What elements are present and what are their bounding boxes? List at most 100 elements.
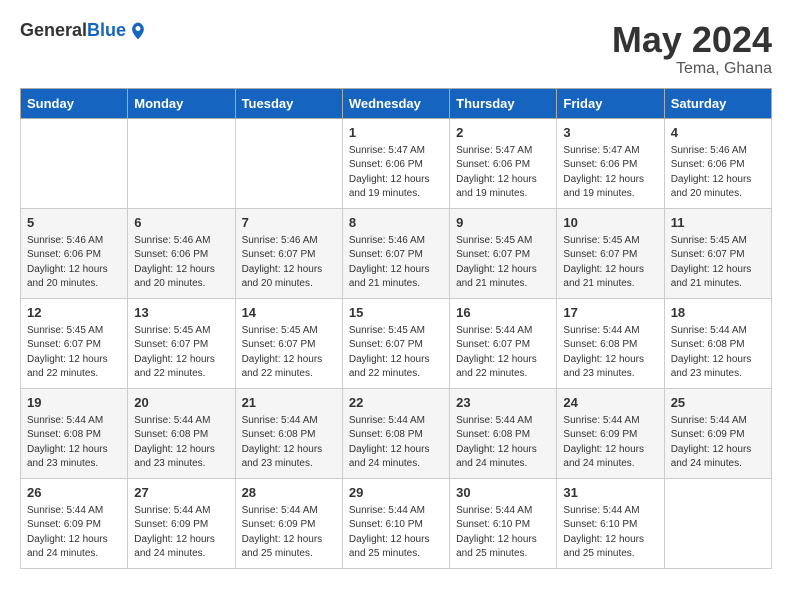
day-number: 17 [563,304,657,322]
day-info: Sunrise: 5:44 AM Sunset: 6:09 PM Dayligh… [27,504,121,562]
day-number: 29 [349,484,443,502]
day-number: 4 [671,124,765,142]
day-info: Sunrise: 5:45 AM Sunset: 6:07 PM Dayligh… [563,234,657,292]
day-number: 25 [671,394,765,412]
day-number: 26 [27,484,121,502]
day-info: Sunrise: 5:46 AM Sunset: 6:06 PM Dayligh… [134,234,228,292]
week-row-3: 12 Sunrise: 5:45 AM Sunset: 6:07 PM Dayli… [21,298,772,388]
day-info: Sunrise: 5:44 AM Sunset: 6:08 PM Dayligh… [242,414,336,472]
week-row-2: 5Sunrise: 5:46 AM Sunset: 6:06 PM Daylig… [21,208,772,298]
day-cell [235,118,342,208]
day-info: Sunrise: 5:44 AM Sunset: 6:08 PM Dayligh… [27,414,121,472]
header-day-wednesday: Wednesday [342,88,449,118]
day-cell: 18 Sunrise: 5:44 AM Sunset: 6:08 PM Dayli… [664,298,771,388]
day-cell: 20 Sunrise: 5:44 AM Sunset: 6:08 PM Dayli… [128,388,235,478]
day-cell [664,478,771,568]
day-number: 30 [456,484,550,502]
day-cell: 19 Sunrise: 5:44 AM Sunset: 6:08 PM Dayli… [21,388,128,478]
location-title: Tema, Ghana [612,60,772,78]
day-number: 31 [563,484,657,502]
header-day-monday: Monday [128,88,235,118]
day-number: 14 [242,304,336,322]
day-cell: 28 Sunrise: 5:44 AM Sunset: 6:09 PM Dayli… [235,478,342,568]
day-info: Sunrise: 5:44 AM Sunset: 6:08 PM Dayligh… [563,324,657,382]
week-row-4: 19 Sunrise: 5:44 AM Sunset: 6:08 PM Dayli… [21,388,772,478]
day-number: 22 [349,394,443,412]
logo-general: GeneralBlue [20,20,126,41]
day-info: Sunrise: 5:45 AM Sunset: 6:07 PM Dayligh… [27,324,121,382]
day-info: Sunrise: 5:44 AM Sunset: 6:08 PM Dayligh… [134,414,228,472]
day-cell: 1 Sunrise: 5:47 AM Sunset: 6:06 PM Daylig… [342,118,449,208]
day-number: 10 [563,214,657,232]
day-cell: 14 Sunrise: 5:45 AM Sunset: 6:07 PM Dayli… [235,298,342,388]
day-cell: 22 Sunrise: 5:44 AM Sunset: 6:08 PM Dayli… [342,388,449,478]
day-cell: 12 Sunrise: 5:45 AM Sunset: 6:07 PM Dayli… [21,298,128,388]
calendar-body: 1 Sunrise: 5:47 AM Sunset: 6:06 PM Daylig… [21,118,772,568]
day-cell: 3Sunrise: 5:47 AM Sunset: 6:06 PM Daylig… [557,118,664,208]
day-number: 6 [134,214,228,232]
day-info: Sunrise: 5:45 AM Sunset: 6:07 PM Dayligh… [134,324,228,382]
day-info: Sunrise: 5:44 AM Sunset: 6:07 PM Dayligh… [456,324,550,382]
day-cell: 30Sunrise: 5:44 AM Sunset: 6:10 PM Dayli… [450,478,557,568]
day-info: Sunrise: 5:47 AM Sunset: 6:06 PM Dayligh… [456,144,550,202]
day-info: Sunrise: 5:46 AM Sunset: 6:07 PM Dayligh… [242,234,336,292]
header-day-saturday: Saturday [664,88,771,118]
day-cell: 11Sunrise: 5:45 AM Sunset: 6:07 PM Dayli… [664,208,771,298]
day-cell: 17 Sunrise: 5:44 AM Sunset: 6:08 PM Dayli… [557,298,664,388]
day-info: Sunrise: 5:44 AM Sunset: 6:10 PM Dayligh… [349,504,443,562]
day-cell: 6 Sunrise: 5:46 AM Sunset: 6:06 PM Daylig… [128,208,235,298]
day-number: 8 [349,214,443,232]
day-info: Sunrise: 5:45 AM Sunset: 6:07 PM Dayligh… [349,324,443,382]
day-number: 16 [456,304,550,322]
day-info: Sunrise: 5:47 AM Sunset: 6:06 PM Dayligh… [349,144,443,202]
day-info: Sunrise: 5:47 AM Sunset: 6:06 PM Dayligh… [563,144,657,202]
day-cell: 24Sunrise: 5:44 AM Sunset: 6:09 PM Dayli… [557,388,664,478]
day-cell: 21 Sunrise: 5:44 AM Sunset: 6:08 PM Dayli… [235,388,342,478]
day-info: Sunrise: 5:44 AM Sunset: 6:08 PM Dayligh… [349,414,443,472]
day-cell: 8 Sunrise: 5:46 AM Sunset: 6:07 PM Daylig… [342,208,449,298]
day-cell: 9Sunrise: 5:45 AM Sunset: 6:07 PM Daylig… [450,208,557,298]
calendar-table: SundayMondayTuesdayWednesdayThursdayFrid… [20,88,772,569]
day-number: 21 [242,394,336,412]
header: GeneralBlue May 2024 Tema, Ghana [20,20,772,78]
day-number: 15 [349,304,443,322]
day-cell: 13 Sunrise: 5:45 AM Sunset: 6:07 PM Dayli… [128,298,235,388]
day-cell: 5Sunrise: 5:46 AM Sunset: 6:06 PM Daylig… [21,208,128,298]
day-number: 18 [671,304,765,322]
calendar-header: SundayMondayTuesdayWednesdayThursdayFrid… [21,88,772,118]
day-cell: 27Sunrise: 5:44 AM Sunset: 6:09 PM Dayli… [128,478,235,568]
day-info: Sunrise: 5:44 AM Sunset: 6:10 PM Dayligh… [563,504,657,562]
week-row-1: 1 Sunrise: 5:47 AM Sunset: 6:06 PM Daylig… [21,118,772,208]
header-row: SundayMondayTuesdayWednesdayThursdayFrid… [21,88,772,118]
month-title: May 2024 [612,20,772,60]
day-cell: 7Sunrise: 5:46 AM Sunset: 6:07 PM Daylig… [235,208,342,298]
day-number: 13 [134,304,228,322]
day-info: Sunrise: 5:46 AM Sunset: 6:07 PM Dayligh… [349,234,443,292]
day-info: Sunrise: 5:44 AM Sunset: 6:09 PM Dayligh… [563,414,657,472]
day-info: Sunrise: 5:44 AM Sunset: 6:09 PM Dayligh… [134,504,228,562]
day-number: 23 [456,394,550,412]
day-number: 19 [27,394,121,412]
day-cell: 4 Sunrise: 5:46 AM Sunset: 6:06 PM Daylig… [664,118,771,208]
logo-icon [128,21,148,41]
day-info: Sunrise: 5:44 AM Sunset: 6:08 PM Dayligh… [456,414,550,472]
day-number: 12 [27,304,121,322]
day-number: 1 [349,124,443,142]
header-day-sunday: Sunday [21,88,128,118]
day-cell [128,118,235,208]
day-info: Sunrise: 5:46 AM Sunset: 6:06 PM Dayligh… [27,234,121,292]
day-cell: 25Sunrise: 5:44 AM Sunset: 6:09 PM Dayli… [664,388,771,478]
day-info: Sunrise: 5:44 AM Sunset: 6:08 PM Dayligh… [671,324,765,382]
header-day-thursday: Thursday [450,88,557,118]
day-cell: 31 Sunrise: 5:44 AM Sunset: 6:10 PM Dayli… [557,478,664,568]
day-number: 28 [242,484,336,502]
title-area: May 2024 Tema, Ghana [612,20,772,78]
day-cell: 2 Sunrise: 5:47 AM Sunset: 6:06 PM Daylig… [450,118,557,208]
day-number: 2 [456,124,550,142]
day-info: Sunrise: 5:44 AM Sunset: 6:09 PM Dayligh… [242,504,336,562]
day-info: Sunrise: 5:45 AM Sunset: 6:07 PM Dayligh… [242,324,336,382]
day-info: Sunrise: 5:46 AM Sunset: 6:06 PM Dayligh… [671,144,765,202]
day-cell: 15 Sunrise: 5:45 AM Sunset: 6:07 PM Dayli… [342,298,449,388]
day-number: 20 [134,394,228,412]
day-cell: 29 Sunrise: 5:44 AM Sunset: 6:10 PM Dayli… [342,478,449,568]
